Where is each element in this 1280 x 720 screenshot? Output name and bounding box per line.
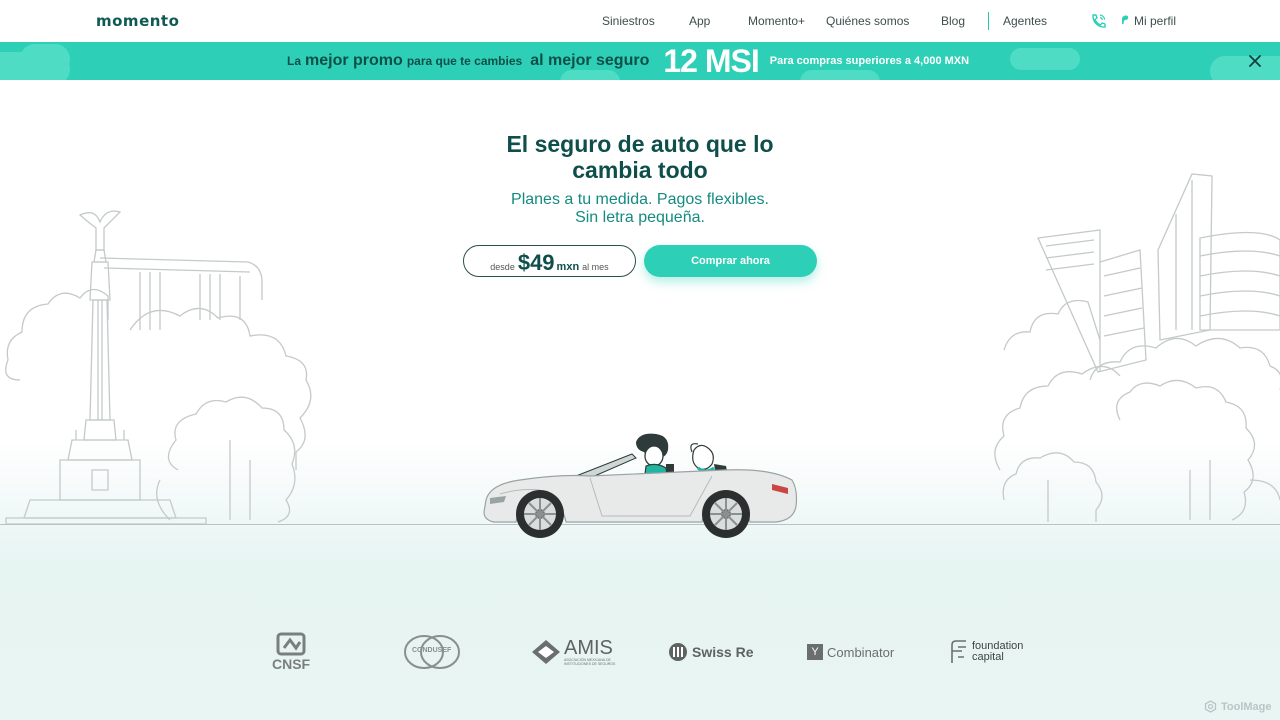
y-combinator-logo: Y Combinator — [807, 630, 894, 674]
top-header: momento Siniestros App Momento+ Quiénes … — [0, 0, 1280, 42]
price-pill: desde $49 mxn al mes — [463, 245, 636, 277]
promo-text-mejor-promo: mejor promo — [305, 52, 403, 69]
hero-title-line2: cambia todo — [572, 157, 708, 183]
banner-cloud — [20, 44, 70, 74]
dog-illustration — [690, 443, 715, 473]
partner-logos: CNSF CONDUSEF AMIS ASOCIACIÓN MEXICANA D… — [0, 630, 1280, 680]
watermark-label: ToolMage — [1221, 700, 1272, 713]
price-amount: $49 — [517, 250, 555, 275]
condusef-label: CONDUSEF — [412, 647, 452, 654]
promo-text-la: La — [287, 54, 302, 68]
capital-label: capital — [972, 651, 1004, 663]
left-building-illustration — [99, 257, 263, 330]
convertible-car-illustration — [483, 433, 798, 538]
price-suffix: al mes — [582, 262, 609, 272]
price-prefix: desde — [490, 262, 515, 272]
momento-logo[interactable]: momento — [96, 12, 179, 30]
swiss-re-logo: Swiss Re — [668, 630, 753, 674]
promo-banner[interactable]: La mejor promo para que te cambies al me… — [0, 42, 1280, 80]
amis-text: AMIS ASOCIACIÓN MEXICANA DE INSTITUCIONE… — [564, 638, 616, 666]
hero-subtitle-line2: Sin letra pequeña. — [575, 209, 705, 226]
comprar-ahora-button[interactable]: Comprar ahora — [644, 245, 817, 277]
nav-agentes[interactable]: Agentes — [1003, 14, 1047, 28]
promo-text-al-mejor-seguro: al mejor seguro — [530, 52, 650, 69]
nav-momento-plus[interactable]: Momento+ — [748, 14, 805, 28]
nav-siniestros[interactable]: Siniestros — [602, 14, 655, 28]
foundation-capital-icon — [951, 640, 966, 663]
nav-app[interactable]: App — [689, 14, 710, 28]
cnsf-emblem-icon — [276, 632, 306, 656]
swiss-re-emblem-icon — [669, 643, 687, 661]
y-combinator-icon: Y — [807, 644, 823, 660]
promo-text-para-que: para que te cambies — [406, 54, 523, 68]
condusef-logo: CONDUSEF — [402, 630, 462, 674]
promo-note: Para compras superiores a 4,000 MXN — [769, 55, 970, 67]
nav-blog[interactable]: Blog — [941, 14, 965, 28]
promo-headline: La mejor promo para que te cambies al me… — [287, 42, 969, 80]
left-trees-illustration — [5, 288, 312, 523]
banner-cloud — [1010, 48, 1080, 70]
banner-cloud — [1210, 56, 1280, 80]
skyline-illustration — [1037, 173, 1280, 373]
nav-divider — [988, 12, 989, 30]
amis-label: AMIS — [564, 637, 613, 659]
rear-wheel — [702, 490, 750, 538]
close-icon[interactable] — [1247, 53, 1263, 69]
amis-sub-label: ASOCIACIÓN MEXICANA DE INSTITUCIONES DE … — [564, 658, 616, 666]
nav-quienes-somos[interactable]: Quiénes somos — [826, 14, 909, 28]
foundation-capital-logo: foundation capital — [948, 630, 1023, 674]
cnsf-logo: CNSF — [272, 630, 310, 674]
amis-emblem-icon — [532, 640, 560, 664]
watermark-icon — [1204, 700, 1217, 713]
watermark: ToolMage — [1204, 700, 1272, 713]
y-combinator-label: Combinator — [827, 644, 895, 660]
cnsf-label: CNSF — [272, 656, 311, 672]
amis-logo: AMIS ASOCIACIÓN MEXICANA DE INSTITUCIONE… — [530, 630, 616, 674]
swiss-re-label: Swiss Re — [692, 644, 754, 660]
right-trees-illustration — [994, 299, 1280, 522]
price-currency: mxn — [556, 261, 580, 273]
profile-icon[interactable] — [1121, 15, 1129, 25]
hero-title: El seguro de auto que lo cambia todo — [440, 131, 840, 183]
foundation-capital-text: foundation capital — [972, 641, 1023, 663]
hero-subtitle-line1: Planes a tu medida. Pagos flexibles. — [511, 191, 769, 208]
mi-perfil-link[interactable]: Mi perfil — [1134, 14, 1176, 28]
phone-icon[interactable] — [1089, 13, 1107, 29]
promo-msi: 12 MSI — [663, 42, 759, 79]
front-wheel — [516, 490, 564, 538]
hero-subtitle: Planes a tu medida. Pagos flexibles. Sin… — [440, 191, 840, 227]
hero-title-line1: El seguro de auto que lo — [506, 131, 774, 157]
